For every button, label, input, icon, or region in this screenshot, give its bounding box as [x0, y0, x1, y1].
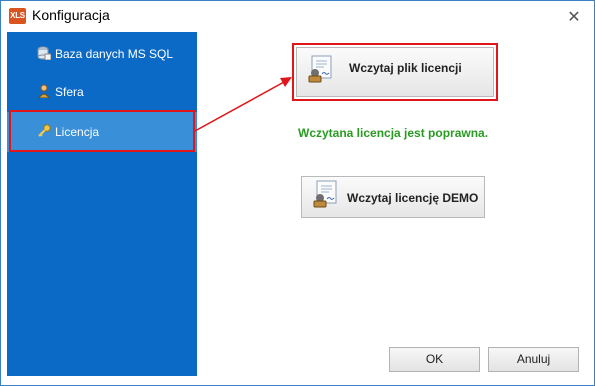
cancel-button[interactable]: Anuluj [488, 347, 579, 372]
sidebar-item-label: Sfera [55, 85, 84, 99]
person-icon [38, 84, 50, 98]
load-demo-license-button[interactable]: Wczytaj licencję DEMO [301, 176, 485, 218]
sidebar-item-database[interactable]: Baza danych MS SQL [7, 34, 197, 74]
load-demo-license-label: Wczytaj licencję DEMO [347, 191, 479, 205]
title-bar: XLS Konfiguracja ✕ [1, 1, 594, 32]
close-button[interactable]: ✕ [564, 8, 584, 26]
database-icon [37, 46, 51, 60]
sidebar: Baza danych MS SQL Sfera Licencja [7, 32, 197, 376]
ok-button[interactable]: OK [389, 347, 480, 372]
license-status-message: Wczytana licencja jest poprawna. [298, 126, 489, 140]
highlight-frame-sidebar [9, 110, 195, 152]
window-title: Konfiguracja [32, 7, 110, 23]
certificate-icon [313, 180, 337, 208]
sidebar-item-label: Baza danych MS SQL [55, 47, 174, 61]
app-logo-icon: XLS [9, 8, 26, 24]
sidebar-item-sfera[interactable]: Sfera [7, 72, 197, 112]
highlight-frame-button [292, 43, 498, 101]
